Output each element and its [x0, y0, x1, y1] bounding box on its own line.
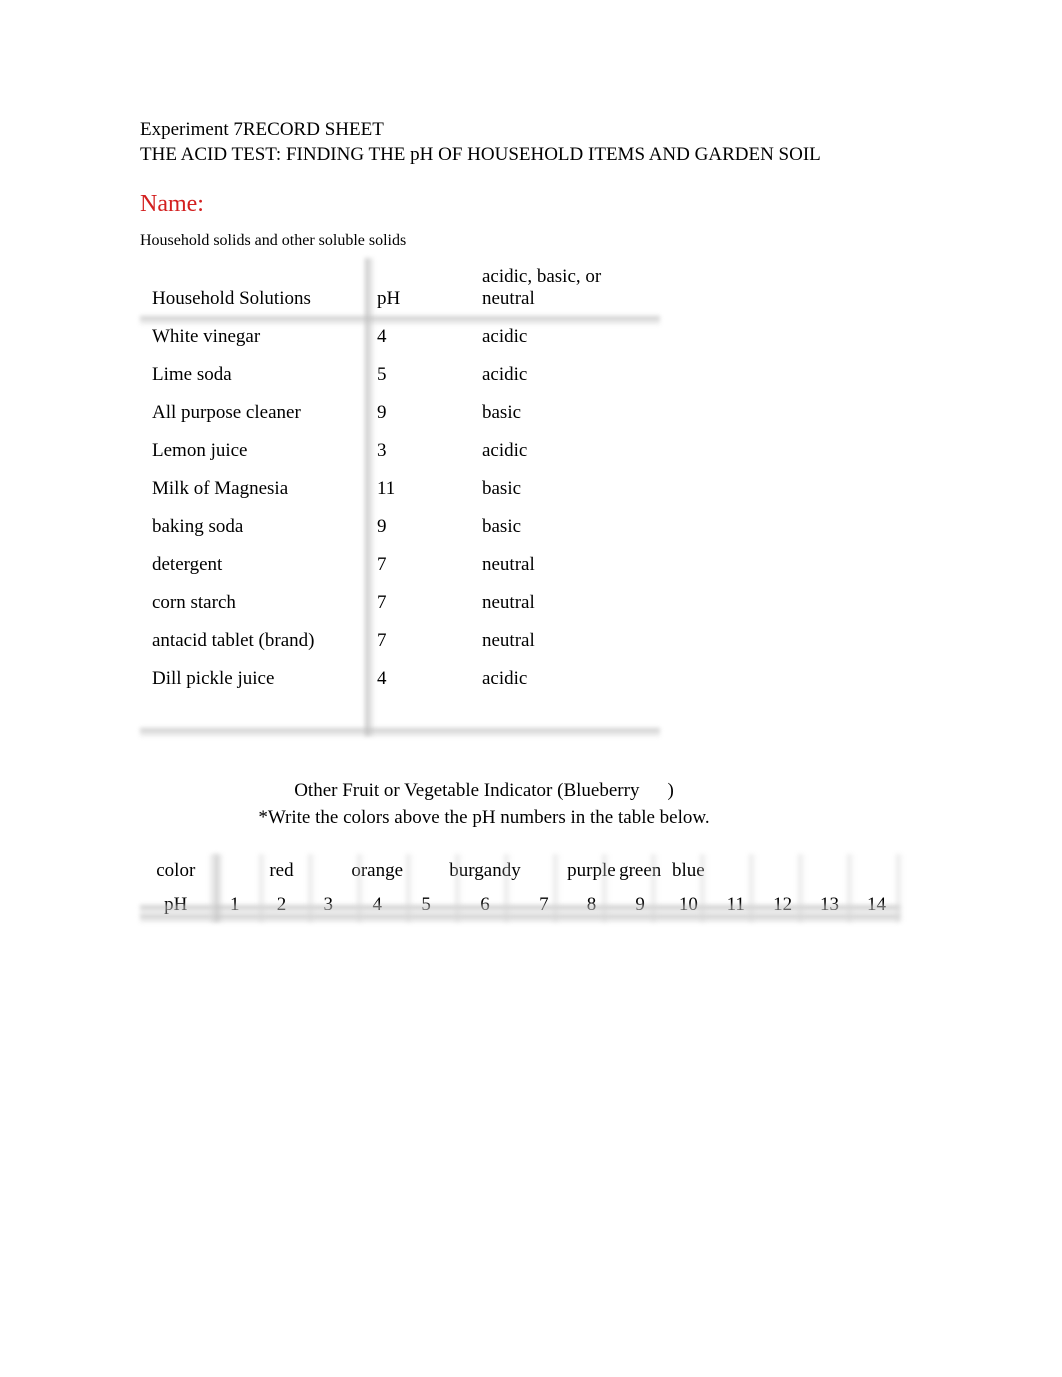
- cell-ph: 7: [365, 584, 470, 622]
- cell-ph: 11: [365, 470, 470, 508]
- cell-classification: acidic: [470, 318, 660, 356]
- cell-ph: 9: [365, 394, 470, 432]
- cell-ph: [365, 698, 470, 736]
- ph-cell: 7: [521, 888, 567, 922]
- table-row: corn starch7neutral: [140, 584, 660, 622]
- ph-cell: 10: [664, 888, 712, 922]
- name-label: Name:: [140, 191, 922, 218]
- section-subhead: Household solids and other soluble solid…: [140, 232, 922, 250]
- cell-ph: 3: [365, 432, 470, 470]
- cell-classification: acidic: [470, 432, 660, 470]
- cell-solution-name: Milk of Magnesia: [140, 470, 365, 508]
- row-label-color: color: [140, 854, 212, 888]
- table-row: baking soda9basic: [140, 508, 660, 546]
- cell-ph: 9: [365, 508, 470, 546]
- indicator-caption-prefix: Other Fruit or Vegetable Indicator (: [294, 780, 563, 801]
- table-row: Lime soda5acidic: [140, 356, 660, 394]
- solutions-table-block: Household Solutions pH acidic, basic, or…: [140, 258, 660, 736]
- table-row: Lemon juice3acidic: [140, 432, 660, 470]
- table-row: All purpose cleaner9basic: [140, 394, 660, 432]
- color-cell: [759, 854, 806, 888]
- ph-cell: 4: [351, 888, 403, 922]
- table-header-row: Household Solutions pH acidic, basic, or…: [140, 258, 660, 318]
- cell-solution-name: White vinegar: [140, 318, 365, 356]
- ph-cell: 5: [403, 888, 449, 922]
- col-header-ph: pH: [365, 258, 470, 318]
- ph-cell: 8: [567, 888, 616, 922]
- table-row: [140, 698, 660, 736]
- cell-ph: 7: [365, 622, 470, 660]
- row-label-ph: pH: [140, 888, 212, 922]
- solutions-table: Household Solutions pH acidic, basic, or…: [140, 258, 660, 736]
- cell-classification: acidic: [470, 356, 660, 394]
- color-cell: burgandy: [449, 854, 520, 888]
- color-cell: purple: [567, 854, 616, 888]
- cell-solution-name: All purpose cleaner: [140, 394, 365, 432]
- cell-solution-name: detergent: [140, 546, 365, 584]
- cell-ph: 4: [365, 660, 470, 698]
- ph-color-row: color red orange burgandy purplegreenblue: [140, 854, 900, 888]
- indicator-instruction: *Write the colors above the pH numbers i…: [164, 805, 804, 832]
- color-cell: green: [616, 854, 665, 888]
- cell-classification: [470, 698, 660, 736]
- ph-cell: 2: [258, 888, 305, 922]
- cell-ph: 7: [365, 546, 470, 584]
- table-row: antacid tablet (brand)7neutral: [140, 622, 660, 660]
- table-row: White vinegar4acidic: [140, 318, 660, 356]
- indicator-caption-value: Blueberry: [563, 780, 639, 801]
- col-header-solutions: Household Solutions: [140, 258, 365, 318]
- ph-cell: 12: [759, 888, 806, 922]
- color-cell: [212, 854, 258, 888]
- cell-classification: neutral: [470, 584, 660, 622]
- indicator-caption-suffix: ): [667, 780, 673, 801]
- cell-solution-name: Lemon juice: [140, 432, 365, 470]
- indicator-section: Other Fruit or Vegetable Indicator (Blue…: [164, 778, 804, 831]
- table-row: Dill pickle juice4acidic: [140, 660, 660, 698]
- ph-table-block: colorredorangeburgandypurplegreenbluepH1…: [140, 854, 900, 922]
- cell-classification: neutral: [470, 546, 660, 584]
- table-row: Milk of Magnesia11basic: [140, 470, 660, 508]
- ph-table: colorredorangeburgandypurplegreenbluepH1…: [140, 854, 900, 922]
- color-cell: [712, 854, 759, 888]
- color-cell: orange: [351, 854, 403, 888]
- cell-classification: acidic: [470, 660, 660, 698]
- cell-classification: basic: [470, 508, 660, 546]
- ph-number-row: pH1234567891011121314: [140, 888, 900, 922]
- color-cell: [806, 854, 853, 888]
- ph-cell: 14: [853, 888, 900, 922]
- ph-cell: 3: [305, 888, 351, 922]
- color-cell: [403, 854, 449, 888]
- cell-solution-name: antacid tablet (brand): [140, 622, 365, 660]
- color-cell: red: [258, 854, 305, 888]
- cell-classification: neutral: [470, 622, 660, 660]
- cell-classification: basic: [470, 470, 660, 508]
- color-cell: blue: [664, 854, 712, 888]
- experiment-title-line1: Experiment 7RECORD SHEET: [140, 118, 922, 143]
- cell-solution-name: [140, 698, 365, 736]
- color-cell: [853, 854, 900, 888]
- ph-cell: 9: [616, 888, 665, 922]
- cell-solution-name: baking soda: [140, 508, 365, 546]
- ph-cell: 1: [212, 888, 258, 922]
- col-header-class: acidic, basic, or neutral: [470, 258, 660, 318]
- ph-cell: 11: [712, 888, 759, 922]
- cell-classification: basic: [470, 394, 660, 432]
- cell-solution-name: corn starch: [140, 584, 365, 622]
- ph-cell: 6: [449, 888, 520, 922]
- ph-cell: 13: [806, 888, 853, 922]
- cell-ph: 4: [365, 318, 470, 356]
- table-row: detergent7neutral: [140, 546, 660, 584]
- cell-ph: 5: [365, 356, 470, 394]
- color-cell: [305, 854, 351, 888]
- cell-solution-name: Lime soda: [140, 356, 365, 394]
- experiment-title-line2: THE ACID TEST: FINDING THE pH OF HOUSEHO…: [140, 143, 922, 168]
- color-cell: [521, 854, 567, 888]
- cell-solution-name: Dill pickle juice: [140, 660, 365, 698]
